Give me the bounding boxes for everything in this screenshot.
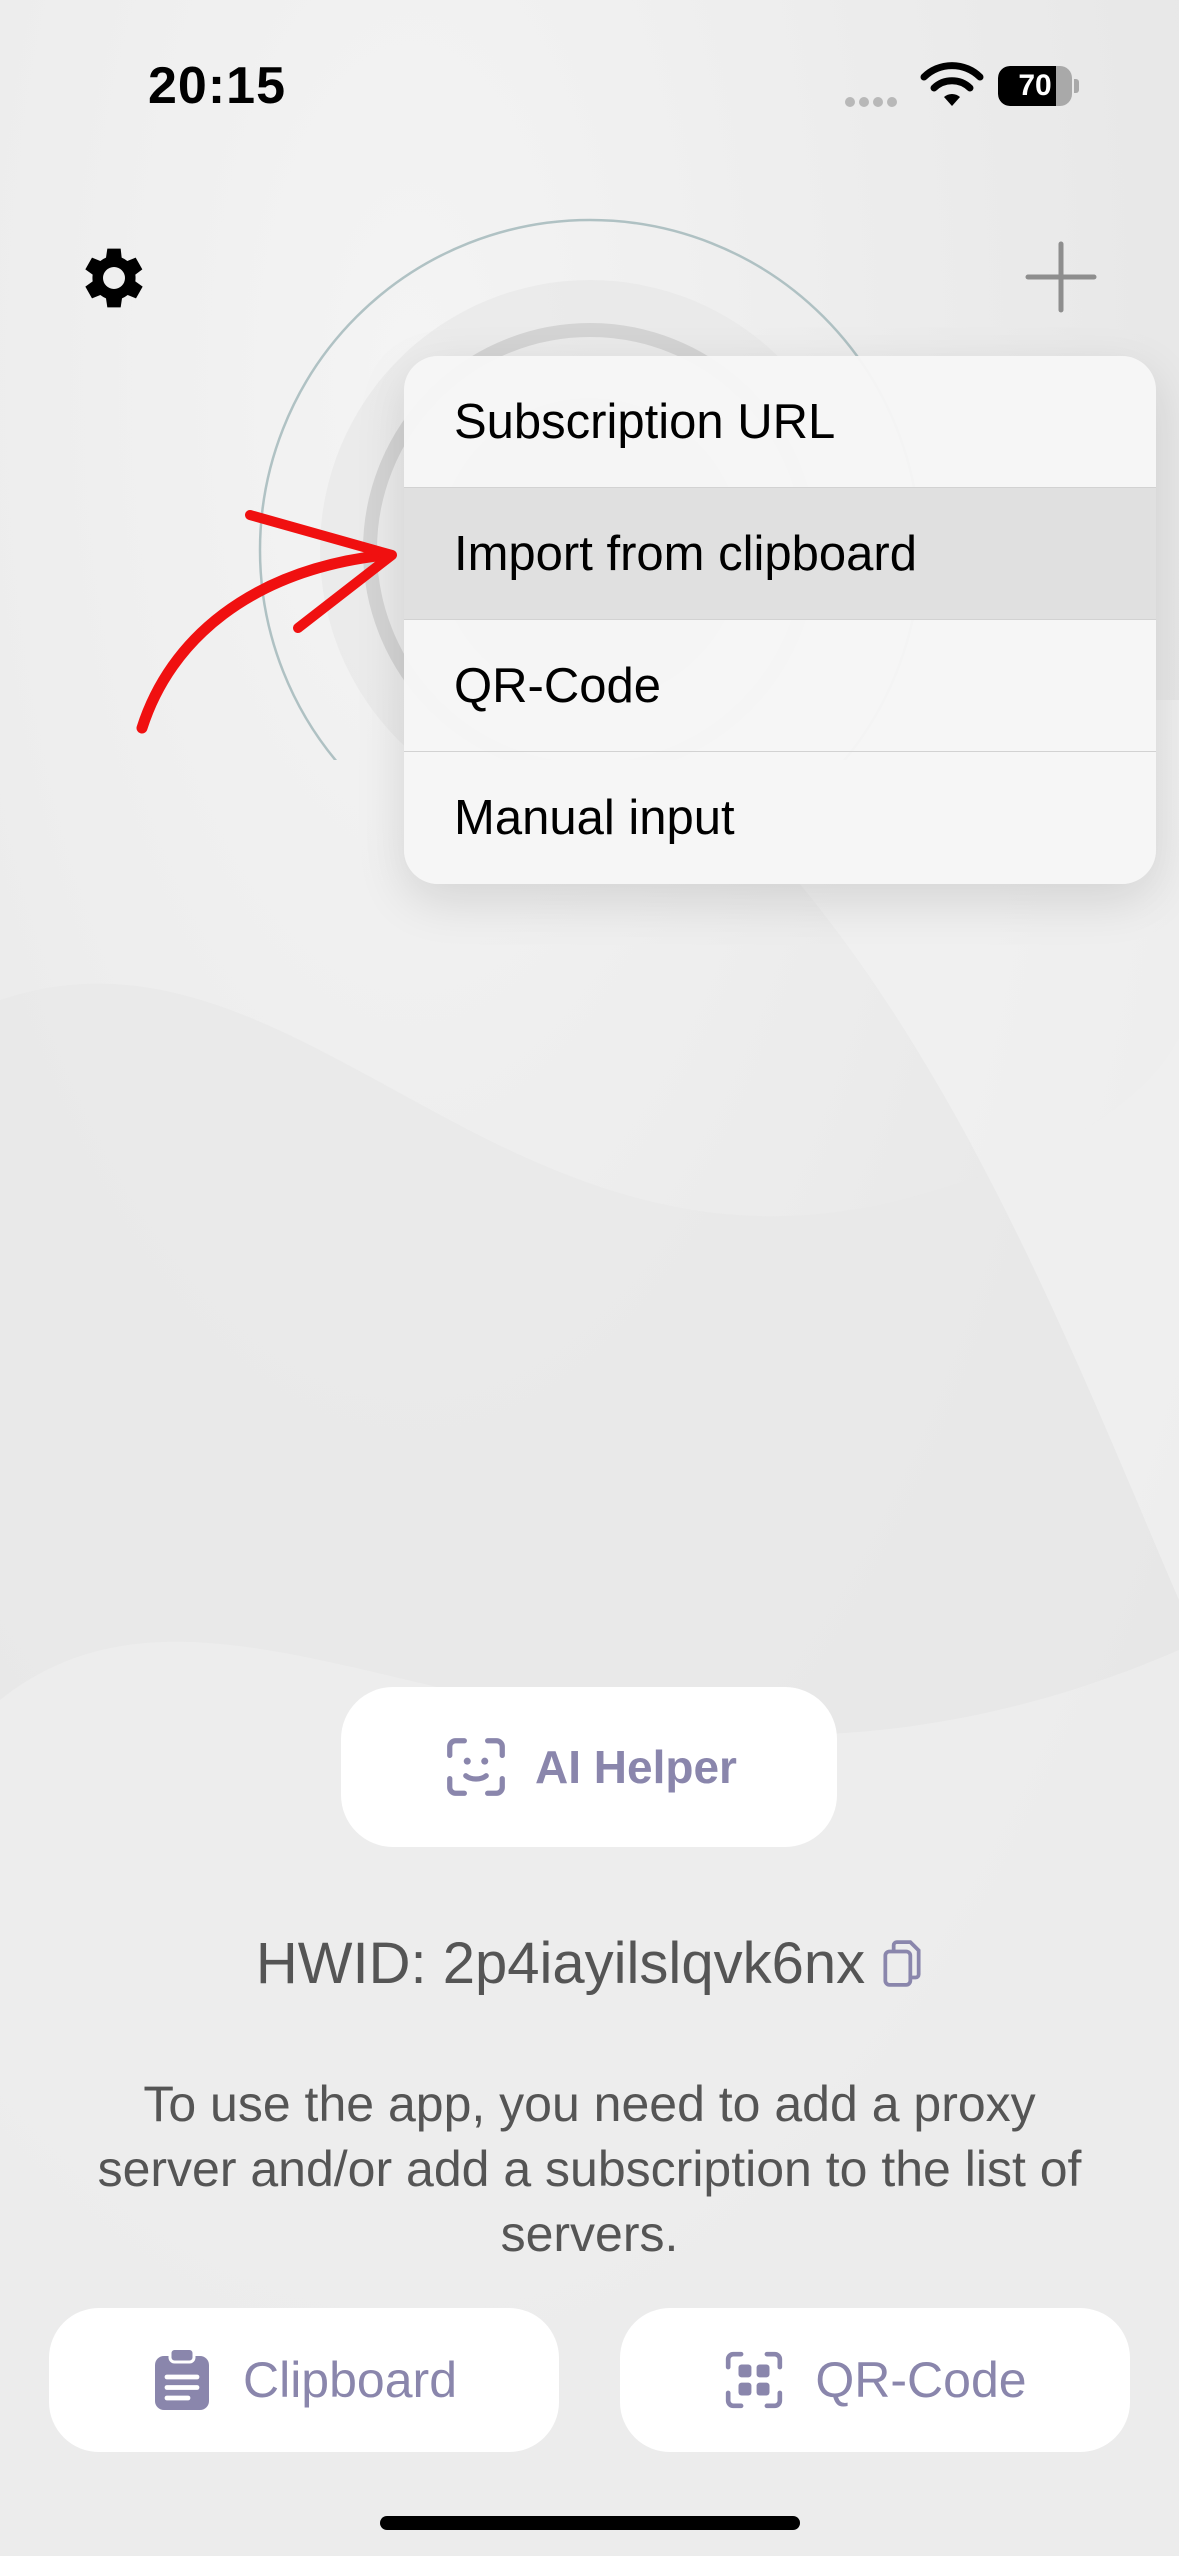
- wifi-icon: [920, 62, 984, 106]
- qr-code-button[interactable]: QR-Code: [620, 2308, 1130, 2452]
- menu-item-import-clipboard[interactable]: Import from clipboard: [404, 488, 1156, 620]
- annotation-arrow: [136, 510, 397, 734]
- gear-icon[interactable]: [74, 238, 154, 318]
- clipboard-button[interactable]: Clipboard: [49, 2308, 559, 2452]
- clipboard-label: Clipboard: [242, 2352, 457, 2408]
- hwid-row: HWID: 2p4iayilslqvk6nx: [0, 1930, 1179, 1997]
- clipboard-icon: [154, 2347, 209, 2410]
- signal-icon: [845, 94, 901, 112]
- menu-item-subscription-url[interactable]: Subscription URL: [404, 356, 1156, 488]
- home-indicator: [380, 2516, 800, 2530]
- menu-item-manual-input[interactable]: Manual input: [404, 752, 1156, 884]
- plus-icon[interactable]: [1024, 240, 1098, 314]
- status-time: 20:15: [148, 57, 286, 115]
- battery-icon: 70: [998, 66, 1079, 106]
- menu-item-qr-code[interactable]: QR-Code: [404, 620, 1156, 752]
- info-text: To use the app, you need to add a proxy …: [97, 2076, 1082, 2262]
- face-scan-icon: [447, 1738, 505, 1796]
- copy-icon[interactable]: [881, 1939, 923, 1989]
- qr-code-label: QR-Code: [815, 2352, 1027, 2408]
- hwid-text: HWID: 2p4iayilslqvk6nx: [255, 1931, 866, 1996]
- ai-helper-label: AI Helper: [535, 1741, 737, 1793]
- add-menu: Subscription URL Import from clipboard Q…: [404, 356, 1156, 884]
- ai-helper-button[interactable]: AI Helper: [341, 1687, 837, 1847]
- battery-level: 70: [1018, 69, 1052, 102]
- qr-code-icon: [726, 2351, 783, 2409]
